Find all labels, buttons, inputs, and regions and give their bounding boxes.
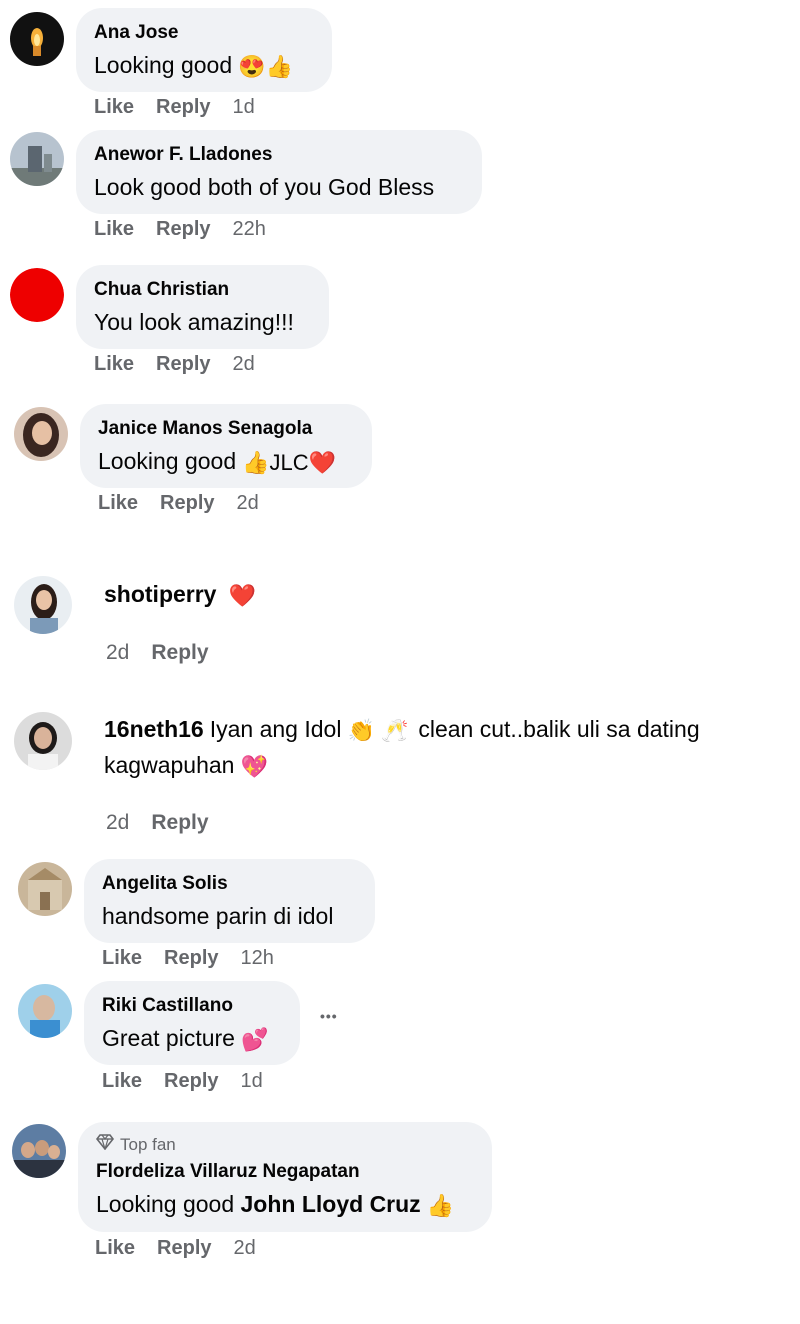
- comment-bubble: Top fan Flordeliza Villaruz Negapatan Lo…: [78, 1122, 492, 1232]
- diamond-icon: [95, 1134, 115, 1155]
- reply-button[interactable]: Reply: [164, 947, 218, 969]
- comment-bubble: Ana Jose Looking good 😍👍: [76, 8, 332, 92]
- comment-actions: Like Reply 2d: [95, 1237, 256, 1260]
- emoji-icon: 👍JLC❤️: [242, 449, 337, 475]
- comment-text-body: Looking good: [98, 448, 237, 474]
- comment-text-body: Looking good: [96, 1191, 235, 1217]
- timestamp[interactable]: 12h: [241, 947, 274, 969]
- emoji-icon: 😍👍: [238, 53, 293, 79]
- reply-button[interactable]: Reply: [151, 641, 208, 664]
- two-hearts-icon: 💕: [240, 1026, 269, 1052]
- timestamp[interactable]: 1d: [233, 96, 255, 118]
- top-fan-badge[interactable]: Top fan: [95, 1134, 474, 1155]
- comment-actions: Like Reply 12h: [102, 947, 274, 970]
- avatar[interactable]: [10, 268, 64, 322]
- comment-bubble: Anewor F. Lladones Look good both of you…: [76, 130, 482, 214]
- commenter-name[interactable]: shotiperry: [104, 581, 216, 607]
- like-button[interactable]: Like: [95, 1237, 135, 1259]
- comment-text-body: Iyan ang Idol: [209, 716, 342, 742]
- timestamp[interactable]: 22h: [233, 218, 266, 240]
- comment-actions: Like Reply 22h: [94, 218, 266, 241]
- comment-bubble: Riki Castillano Great picture 💕: [84, 981, 300, 1065]
- reply-button[interactable]: Reply: [157, 1237, 211, 1259]
- comment-bubble: Chua Christian You look amazing!!!: [76, 265, 329, 349]
- comment-text: Looking good John Lloyd Cruz 👍: [96, 1191, 474, 1219]
- sparkling-heart-icon: 💖: [240, 753, 268, 779]
- comment-text: Looking good 👍JLC❤️: [98, 448, 354, 476]
- avatar[interactable]: [14, 712, 72, 770]
- avatar[interactable]: [10, 132, 64, 186]
- comment-text: You look amazing!!!: [94, 309, 294, 335]
- timestamp[interactable]: 2d: [237, 492, 259, 514]
- comment-text: Great picture 💕: [102, 1025, 282, 1053]
- comment-text: Look good both of you God Bless: [94, 174, 435, 200]
- comment-actions: 2d Reply: [106, 811, 209, 835]
- reply-button[interactable]: Reply: [160, 492, 214, 514]
- top-fan-label: Top fan: [120, 1134, 176, 1154]
- reply-button[interactable]: Reply: [156, 96, 210, 118]
- comment-text-body: Looking good: [94, 52, 233, 78]
- thumbs-up-icon: 👍: [426, 1192, 455, 1218]
- more-options-icon[interactable]: •••: [320, 1008, 338, 1024]
- reply-button[interactable]: Reply: [156, 353, 210, 375]
- avatar[interactable]: [14, 407, 68, 461]
- commenter-name[interactable]: Chua Christian: [94, 279, 311, 301]
- comment-text: Looking good 😍👍: [94, 52, 314, 80]
- reply-button[interactable]: Reply: [164, 1070, 218, 1092]
- comment-bubble: Angelita Solis handsome parin di idol: [84, 859, 375, 943]
- clap-icon: 👏 🥂: [347, 717, 409, 743]
- comment-line: 16neth16 Iyan ang Idol 👏 🥂 clean cut..balik…: [104, 712, 784, 748]
- like-button[interactable]: Like: [102, 1070, 142, 1092]
- like-button[interactable]: Like: [94, 96, 134, 118]
- commenter-name[interactable]: Flordeliza Villaruz Negapatan: [96, 1161, 474, 1183]
- timestamp[interactable]: 2d: [233, 353, 255, 375]
- mention-link[interactable]: John Lloyd Cruz: [241, 1191, 421, 1217]
- commenter-name[interactable]: Anewor F. Lladones: [94, 144, 464, 166]
- comment-text: 16neth16 Iyan ang Idol 👏 🥂 clean cut..balik…: [104, 712, 784, 784]
- avatar[interactable]: [12, 1124, 66, 1178]
- timestamp[interactable]: 2d: [106, 811, 129, 834]
- avatar[interactable]: [14, 576, 72, 634]
- timestamp[interactable]: 2d: [106, 641, 129, 664]
- like-button[interactable]: Like: [102, 947, 142, 969]
- commenter-name[interactable]: Riki Castillano: [102, 995, 282, 1017]
- comment-text: shotiperry ❤️: [104, 577, 256, 613]
- like-button[interactable]: Like: [94, 218, 134, 240]
- timestamp[interactable]: 1d: [241, 1070, 263, 1092]
- comment-actions: Like Reply 2d: [94, 353, 255, 376]
- comment-line: kagwapuhan 💖: [104, 748, 784, 784]
- comment-actions: 2d Reply: [106, 641, 209, 665]
- like-button[interactable]: Like: [94, 353, 134, 375]
- avatar[interactable]: [18, 862, 72, 916]
- comment-actions: Like Reply 1d: [102, 1070, 263, 1093]
- commenter-name[interactable]: Janice Manos Senagola: [98, 418, 354, 440]
- like-button[interactable]: Like: [98, 492, 138, 514]
- heart-icon: ❤️: [228, 582, 256, 608]
- commenter-name[interactable]: 16neth16: [104, 716, 204, 742]
- comment-text-body: Great picture: [102, 1025, 235, 1051]
- avatar[interactable]: [18, 984, 72, 1038]
- reply-button[interactable]: Reply: [156, 218, 210, 240]
- comment-text-body: clean cut..balik uli sa dating: [418, 716, 700, 742]
- timestamp[interactable]: 2d: [234, 1237, 256, 1259]
- comment-text: handsome parin di idol: [102, 903, 334, 929]
- commenter-name[interactable]: Angelita Solis: [102, 873, 357, 895]
- avatar[interactable]: [10, 12, 64, 66]
- comment-text-body: kagwapuhan: [104, 751, 235, 778]
- comment-actions: Like Reply 2d: [98, 492, 259, 515]
- comment-bubble: Janice Manos Senagola Looking good 👍JLC❤️: [80, 404, 372, 488]
- reply-button[interactable]: Reply: [151, 811, 208, 834]
- comment-actions: Like Reply 1d: [94, 96, 255, 119]
- commenter-name[interactable]: Ana Jose: [94, 22, 314, 44]
